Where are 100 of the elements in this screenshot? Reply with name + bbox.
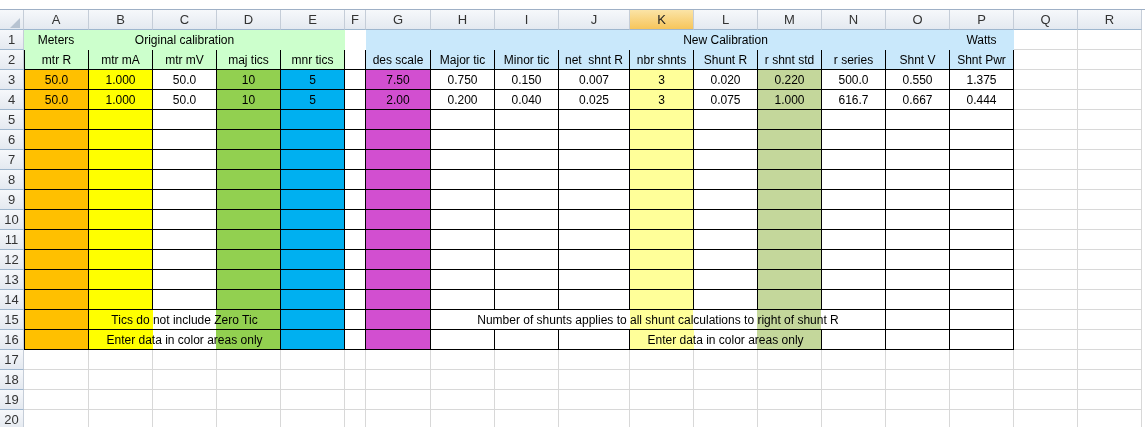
table-cell[interactable]: 10 <box>217 90 281 110</box>
row-header[interactable]: 1 <box>0 30 24 50</box>
table-cell[interactable]: New Calibration <box>630 30 822 50</box>
table-cell[interactable] <box>281 210 345 230</box>
row-header[interactable]: 16 <box>0 330 24 350</box>
table-cell[interactable] <box>366 310 431 330</box>
table-cell[interactable]: Shnt V <box>886 50 950 70</box>
table-cell[interactable]: 3 <box>630 90 694 110</box>
table-cell[interactable] <box>758 130 822 150</box>
table-cell[interactable] <box>366 150 431 170</box>
table-cell[interactable]: 0.200 <box>431 90 495 110</box>
table-cell[interactable]: 50.0 <box>24 90 89 110</box>
table-cell[interactable] <box>822 130 886 150</box>
column-header[interactable]: B <box>89 10 153 30</box>
table-cell[interactable]: nbr shnts <box>630 50 694 70</box>
table-cell[interactable] <box>366 270 431 290</box>
table-cell[interactable] <box>630 270 694 290</box>
row-header[interactable]: 19 <box>0 390 24 410</box>
table-cell[interactable]: 7.50 <box>366 70 431 90</box>
column-header[interactable]: A <box>24 10 89 30</box>
table-cell[interactable]: 500.0 <box>822 70 886 90</box>
table-cell[interactable] <box>217 250 281 270</box>
table-cell[interactable] <box>217 270 281 290</box>
table-cell[interactable] <box>495 210 559 230</box>
table-cell[interactable] <box>24 170 89 190</box>
table-cell[interactable] <box>495 150 559 170</box>
table-cell[interactable]: Original calibration <box>89 30 281 50</box>
table-cell[interactable]: Watts <box>950 30 1014 50</box>
table-cell[interactable] <box>89 130 153 150</box>
table-cell[interactable]: 0.667 <box>886 90 950 110</box>
table-cell[interactable]: 0.150 <box>495 70 559 90</box>
table-cell[interactable] <box>758 290 822 310</box>
row-header[interactable]: 4 <box>0 90 24 110</box>
table-cell[interactable] <box>630 130 694 150</box>
table-cell[interactable] <box>495 190 559 210</box>
column-header[interactable]: L <box>694 10 758 30</box>
table-cell[interactable] <box>366 230 431 250</box>
table-cell[interactable]: mtr mV <box>153 50 217 70</box>
table-cell[interactable] <box>366 330 431 350</box>
column-header[interactable]: M <box>758 10 822 30</box>
table-cell[interactable] <box>758 110 822 130</box>
column-header[interactable]: E <box>281 10 345 30</box>
table-cell[interactable] <box>366 250 431 270</box>
table-cell[interactable] <box>950 130 1014 150</box>
table-cell[interactable] <box>495 110 559 130</box>
table-cell[interactable] <box>431 330 495 350</box>
table-cell[interactable] <box>431 150 495 170</box>
table-cell[interactable] <box>950 190 1014 210</box>
table-cell[interactable]: net shnt R <box>559 50 630 70</box>
row-header[interactable]: 7 <box>0 150 24 170</box>
row-header[interactable]: 17 <box>0 350 24 370</box>
table-cell[interactable] <box>89 270 153 290</box>
table-cell[interactable] <box>886 210 950 230</box>
table-cell[interactable] <box>495 330 559 350</box>
table-cell[interactable] <box>217 150 281 170</box>
table-cell[interactable] <box>366 170 431 190</box>
table-cell[interactable] <box>24 290 89 310</box>
column-header[interactable]: C <box>153 10 217 30</box>
table-cell[interactable] <box>431 230 495 250</box>
table-cell[interactable] <box>886 250 950 270</box>
table-cell[interactable] <box>950 270 1014 290</box>
table-cell[interactable] <box>24 230 89 250</box>
table-cell[interactable]: 1.000 <box>758 90 822 110</box>
table-cell[interactable] <box>431 190 495 210</box>
table-cell[interactable] <box>950 250 1014 270</box>
row-header[interactable]: 13 <box>0 270 24 290</box>
table-cell[interactable] <box>281 330 345 350</box>
table-cell[interactable]: 3 <box>630 70 694 90</box>
table-cell[interactable] <box>758 230 822 250</box>
table-cell[interactable] <box>366 110 431 130</box>
row-header[interactable]: 15 <box>0 310 24 330</box>
table-cell[interactable] <box>281 130 345 150</box>
column-header[interactable]: D <box>217 10 281 30</box>
table-cell[interactable]: mtr mA <box>89 50 153 70</box>
table-cell[interactable]: Shunt R <box>694 50 758 70</box>
table-cell[interactable] <box>758 170 822 190</box>
table-cell[interactable] <box>431 130 495 150</box>
table-cell[interactable] <box>24 330 89 350</box>
table-cell[interactable] <box>431 110 495 130</box>
table-cell[interactable] <box>630 190 694 210</box>
column-header[interactable]: K <box>630 10 694 30</box>
table-cell[interactable] <box>630 290 694 310</box>
table-cell[interactable] <box>217 210 281 230</box>
table-cell[interactable] <box>89 210 153 230</box>
table-cell[interactable]: r series <box>822 50 886 70</box>
table-cell[interactable] <box>495 250 559 270</box>
column-header[interactable]: J <box>559 10 630 30</box>
table-cell[interactable] <box>822 230 886 250</box>
table-cell[interactable] <box>281 190 345 210</box>
table-cell[interactable]: mtr R <box>24 50 89 70</box>
table-cell[interactable] <box>24 250 89 270</box>
table-cell[interactable] <box>24 310 89 330</box>
column-header[interactable]: G <box>366 10 431 30</box>
table-cell[interactable] <box>886 230 950 250</box>
table-cell[interactable] <box>950 310 1014 330</box>
table-cell[interactable] <box>217 190 281 210</box>
table-cell[interactable]: mnr tics <box>281 50 345 70</box>
table-cell[interactable]: r shnt std <box>758 50 822 70</box>
column-header[interactable]: P <box>950 10 1014 30</box>
table-cell[interactable] <box>886 190 950 210</box>
